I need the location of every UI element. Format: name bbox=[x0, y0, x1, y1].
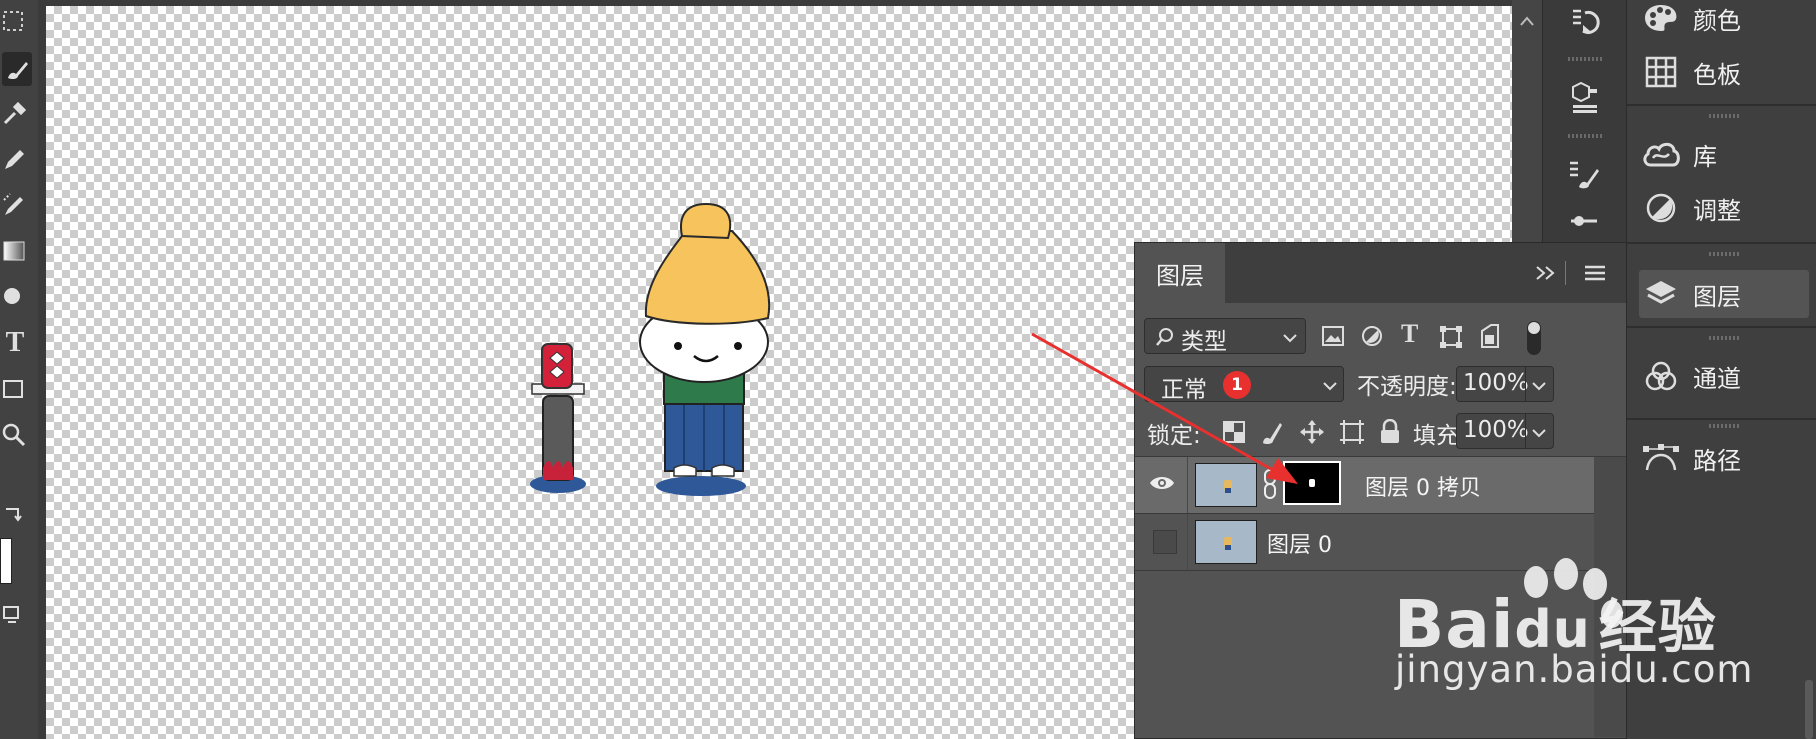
filter-shape-layers-icon[interactable] bbox=[1439, 325, 1463, 349]
lock-transparent-pixels-icon[interactable] bbox=[1223, 421, 1245, 443]
filter-adjustment-layers-icon[interactable] bbox=[1361, 325, 1383, 347]
eyedropper-tool-icon[interactable] bbox=[0, 96, 30, 130]
adjustments-panel-tab[interactable]: 调整 bbox=[1639, 186, 1809, 230]
layer-row-copy[interactable]: 图层 0 拷贝 bbox=[1135, 457, 1594, 513]
layers-tab-label: 图层 bbox=[1156, 261, 1204, 290]
foreground-color-swatch[interactable] bbox=[0, 538, 12, 584]
libraries-panel-label: 库 bbox=[1693, 142, 1717, 171]
search-icon bbox=[1156, 328, 1173, 346]
cc-libraries-icon bbox=[1639, 134, 1683, 174]
channels-panel-tab[interactable]: 通道 bbox=[1639, 354, 1809, 398]
collapse-panel-icon[interactable] bbox=[1535, 265, 1557, 281]
watermark-url: jingyan.baidu.com bbox=[1395, 648, 1754, 691]
swatches-panel-tab[interactable]: 色板 bbox=[1639, 50, 1809, 94]
chevron-down-icon bbox=[1283, 334, 1297, 343]
filter-type-layers-icon[interactable]: T bbox=[1401, 319, 1418, 349]
panel-menu-icon[interactable] bbox=[1583, 263, 1607, 283]
fill-value: 100% bbox=[1463, 417, 1529, 443]
chevron-down-icon[interactable] bbox=[1532, 381, 1546, 391]
scroll-up-icon[interactable] bbox=[1520, 16, 1534, 26]
color-panel-label: 颜色 bbox=[1693, 6, 1741, 35]
paths-panel-label: 路径 bbox=[1693, 446, 1741, 475]
zoom-tool-icon[interactable] bbox=[0, 418, 30, 452]
layer-filter-dropdown[interactable]: 类型 bbox=[1144, 318, 1306, 355]
chevron-down-icon[interactable] bbox=[1532, 428, 1546, 438]
chevron-down-icon bbox=[1323, 382, 1337, 391]
screen-mode-icon[interactable] bbox=[0, 598, 30, 632]
fill-input[interactable]: 100% bbox=[1456, 413, 1554, 449]
channels-icon bbox=[1639, 356, 1683, 396]
layers-panel-tab[interactable]: 图层 bbox=[1639, 270, 1809, 318]
opacity-value: 100% bbox=[1463, 370, 1529, 396]
filter-type-label: 类型 bbox=[1181, 329, 1227, 355]
lock-position-icon[interactable] bbox=[1299, 419, 1325, 445]
channels-panel-label: 通道 bbox=[1693, 364, 1741, 393]
swatches-grid-icon bbox=[1639, 52, 1683, 92]
swatches-panel-label: 色板 bbox=[1693, 60, 1741, 89]
history-panel-icon[interactable] bbox=[1557, 0, 1611, 48]
lock-label: 锁定: bbox=[1147, 423, 1201, 449]
adjustments-panel-label: 调整 bbox=[1693, 196, 1741, 225]
tools-toolbar: T bbox=[0, 0, 38, 739]
layer-mask-thumbnail[interactable] bbox=[1283, 461, 1341, 505]
step-number-badge: 1 bbox=[1223, 371, 1251, 399]
type-tool-icon[interactable]: T bbox=[0, 326, 30, 360]
filter-smart-objects-icon[interactable] bbox=[1479, 323, 1501, 349]
layer-name: 图层 0 拷贝 bbox=[1365, 476, 1481, 501]
brush-tool-icon[interactable] bbox=[2, 52, 32, 86]
adjustment-circle-icon bbox=[1639, 188, 1683, 228]
filter-toggle-switch[interactable] bbox=[1527, 321, 1541, 355]
marquee-tool-icon[interactable] bbox=[0, 4, 30, 38]
gradient-tool-icon[interactable] bbox=[0, 234, 30, 268]
sword-illustration bbox=[530, 343, 586, 493]
layer-thumbnail[interactable] bbox=[1195, 463, 1257, 507]
panel-scrollbar[interactable] bbox=[1805, 680, 1813, 739]
samurai-character-illustration bbox=[639, 202, 771, 496]
color-panel-tab[interactable]: 颜色 bbox=[1639, 0, 1809, 40]
lock-artboard-icon[interactable] bbox=[1339, 419, 1365, 445]
type-tool-glyph: T bbox=[5, 327, 25, 358]
layers-stack-icon bbox=[1639, 274, 1683, 314]
rectangle-tool-icon[interactable] bbox=[0, 372, 30, 406]
palette-icon bbox=[1639, 0, 1683, 38]
opacity-input[interactable]: 100% bbox=[1456, 366, 1554, 402]
layer-name: 图层 0 bbox=[1267, 533, 1332, 558]
layers-tab[interactable]: 图层 bbox=[1135, 243, 1225, 303]
lock-image-pixels-icon[interactable] bbox=[1260, 419, 1284, 445]
dodge-tool-icon[interactable] bbox=[0, 280, 30, 314]
brush-settings-icon[interactable] bbox=[1557, 150, 1611, 198]
layers-panel-label: 图层 bbox=[1693, 282, 1741, 311]
layer-thumbnail[interactable] bbox=[1195, 520, 1257, 564]
mask-link-icon[interactable] bbox=[1263, 469, 1277, 499]
visibility-toggle-empty[interactable] bbox=[1153, 530, 1177, 554]
swap-colors-icon[interactable] bbox=[0, 500, 30, 528]
properties-sliders-icon[interactable] bbox=[1557, 206, 1611, 240]
pencil-tool-icon[interactable] bbox=[0, 142, 30, 176]
opacity-label: 不透明度: bbox=[1357, 374, 1457, 400]
visibility-eye-icon[interactable] bbox=[1149, 474, 1175, 492]
libraries-panel-tab[interactable]: 库 bbox=[1639, 132, 1809, 176]
paths-pen-icon bbox=[1639, 438, 1683, 478]
history-brush-tool-icon[interactable] bbox=[0, 188, 30, 222]
filter-pixel-layers-icon[interactable] bbox=[1321, 325, 1345, 347]
lock-all-icon[interactable] bbox=[1379, 419, 1401, 445]
3d-panel-icon[interactable] bbox=[1557, 74, 1611, 122]
paths-panel-tab[interactable]: 路径 bbox=[1639, 436, 1809, 480]
blend-mode-value: 正常 bbox=[1161, 377, 1207, 403]
layers-panel-header: 图层 bbox=[1135, 243, 1626, 303]
